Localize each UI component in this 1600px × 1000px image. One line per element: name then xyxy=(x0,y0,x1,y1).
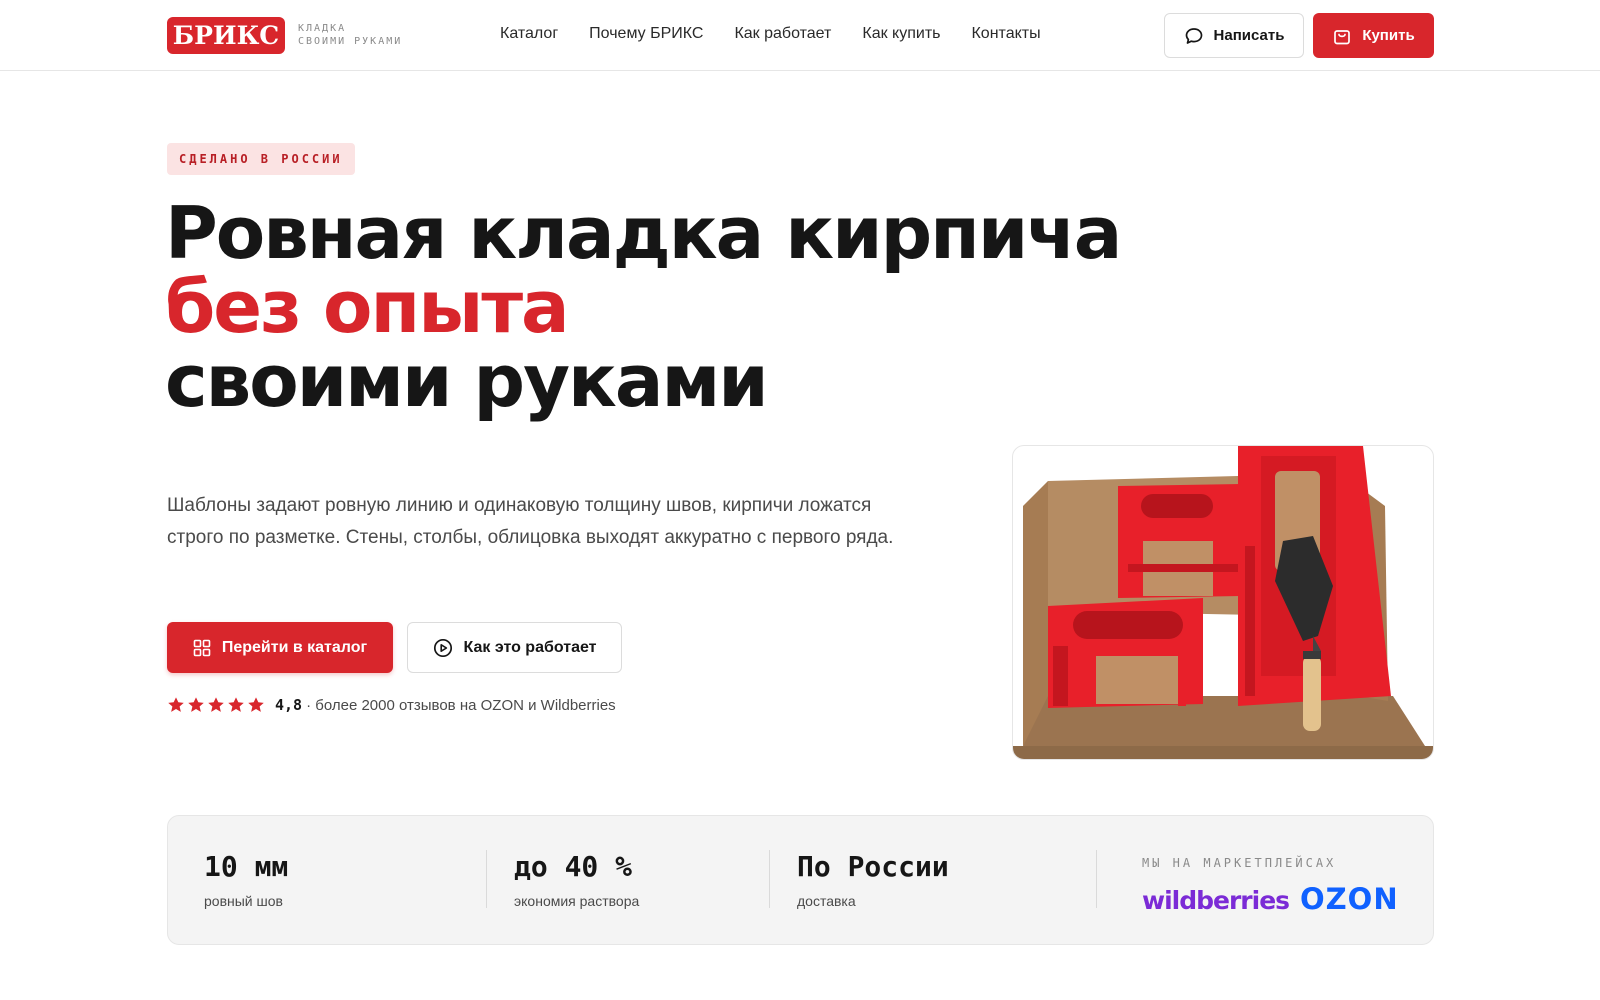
hero-title-accent: без опыта xyxy=(165,265,570,349)
buy-button-label: Купить xyxy=(1362,27,1415,44)
stat-mortar: до 40 % экономия раствора xyxy=(514,850,639,909)
write-button-label: Написать xyxy=(1213,27,1285,44)
rating-text: · более 2000 отзывов на OZON и Wildberri… xyxy=(306,696,616,714)
chat-bubble-icon xyxy=(1185,27,1202,44)
stat-delivery-value: По России xyxy=(797,850,949,883)
stat-seam-label: ровный шов xyxy=(204,893,283,909)
product-photo-illustration xyxy=(1013,446,1433,759)
product-image xyxy=(1012,445,1434,760)
stat-seam: 10 мм ровный шов xyxy=(204,850,288,909)
star-icon xyxy=(208,697,224,712)
buy-button[interactable]: Купить xyxy=(1313,13,1434,58)
star-icon xyxy=(248,697,264,712)
marketplaces-title: МЫ НА МАРКЕТПЛЕЙСАХ xyxy=(1142,856,1337,870)
tagline-line2: СВОИМИ РУКАМИ xyxy=(298,36,403,47)
stats-bar: 10 мм ровный шов до 40 % экономия раство… xyxy=(167,815,1434,945)
how-it-works-label: Как это работает xyxy=(463,638,597,656)
star-icon xyxy=(228,697,244,712)
nav-catalog[interactable]: Каталог xyxy=(500,25,558,43)
nav-how-to-buy[interactable]: Как купить xyxy=(862,25,940,43)
stat-delivery: По России доставка xyxy=(797,850,949,909)
how-it-works-button[interactable]: Как это работает xyxy=(407,622,622,673)
stats-divider xyxy=(486,850,487,908)
stat-seam-value: 10 мм xyxy=(204,850,289,883)
grid-icon xyxy=(193,639,211,656)
stat-mortar-value: до 40 % xyxy=(514,850,633,883)
hero-title-line3: своими руками xyxy=(165,339,769,423)
hero-description: Шаблоны задают ровную линию и одинаковую… xyxy=(167,495,894,548)
brand-logo[interactable]: БРИКС xyxy=(167,17,285,54)
made-in-russia-badge: СДЕЛАНО В РОССИИ xyxy=(167,143,355,175)
stats-divider xyxy=(769,850,770,908)
nav-how-it-works[interactable]: Как работает xyxy=(734,25,831,43)
play-circle-icon xyxy=(433,638,452,657)
write-button[interactable]: Написать xyxy=(1164,13,1304,58)
main-nav: Каталог Почему БРИКС Как работает Как ку… xyxy=(500,25,1072,43)
go-to-catalog-label: Перейти в каталог xyxy=(221,638,368,656)
shopping-bag-icon xyxy=(1334,29,1351,44)
ozon-logo[interactable]: OZON xyxy=(1300,882,1399,916)
brand-tagline: КЛАДКА СВОИМИ РУКАМИ xyxy=(298,22,402,48)
rating: 4,8 · более 2000 отзывов на OZON и Wildb… xyxy=(167,696,616,714)
stat-mortar-label: экономия раствора xyxy=(514,893,640,909)
wildberries-logo[interactable]: wildberries xyxy=(1142,886,1290,915)
hero-title: Ровная кладка кирпича без опыта своими р… xyxy=(165,191,1122,423)
rating-value: 4,8 xyxy=(275,696,303,714)
stats-divider xyxy=(1096,850,1097,908)
go-to-catalog-button[interactable]: Перейти в каталог xyxy=(167,622,393,673)
tagline-line1: КЛАДКА xyxy=(298,23,347,34)
rating-stars xyxy=(167,696,265,714)
stat-delivery-label: доставка xyxy=(797,893,856,909)
site-header: БРИКС КЛАДКА СВОИМИ РУКАМИ Каталог Почем… xyxy=(0,0,1600,71)
nav-why-briks[interactable]: Почему БРИКС xyxy=(589,25,703,43)
star-icon xyxy=(188,697,204,712)
nav-contacts[interactable]: Контакты xyxy=(971,25,1040,43)
hero-title-line1: Ровная кладка кирпича xyxy=(165,191,1122,275)
star-icon xyxy=(168,697,184,712)
